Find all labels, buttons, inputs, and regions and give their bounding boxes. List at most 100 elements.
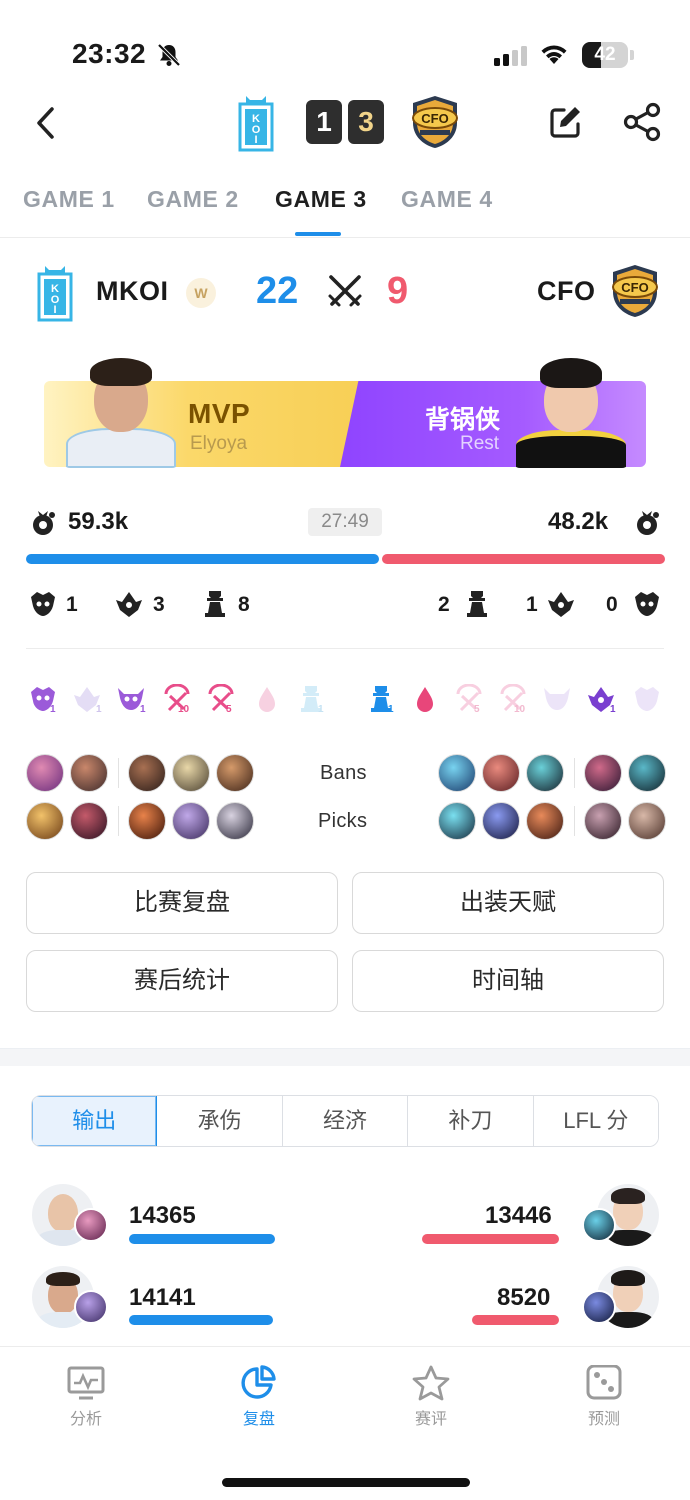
bell-muted-icon	[157, 43, 181, 67]
nav-replay-label: 复盘	[242, 1411, 275, 1428]
tab-game-3[interactable]: GAME 3	[275, 186, 367, 213]
ban-champion[interactable]	[26, 754, 64, 792]
stat-tab-damage[interactable]: 输出	[32, 1096, 158, 1146]
pick-champion[interactable]	[172, 802, 210, 840]
stat-tab-damage-taken[interactable]: 承伤	[157, 1096, 283, 1146]
battery-icon: 42	[582, 42, 628, 68]
timeline-sub: 1	[140, 704, 146, 715]
grub-icon	[31, 592, 55, 616]
player-champion-icon	[582, 1208, 616, 1242]
nav-predict-label: 预测	[587, 1411, 620, 1428]
stat-tab-cs[interactable]: 补刀	[408, 1096, 534, 1146]
crossed-swords-icon	[328, 275, 362, 307]
player-champion-icon	[582, 1290, 616, 1324]
ban-champion[interactable]	[70, 754, 108, 792]
pick-champion[interactable]	[526, 802, 564, 840]
timeline-button[interactable]: 时间轴	[352, 950, 664, 1012]
ban-champion[interactable]	[216, 754, 254, 792]
cfo-logo-icon: CFO	[612, 265, 658, 317]
player-champion-icon	[74, 1208, 108, 1242]
worst-player-label: 背锅侠	[425, 406, 501, 434]
mvp-player-photo	[62, 350, 180, 468]
right-damage-bar	[472, 1315, 559, 1325]
left-dragon-count: 3	[153, 593, 165, 616]
edit-icon[interactable]	[548, 104, 582, 140]
team-left-name: MKOI	[96, 276, 169, 306]
battery-level: 42	[594, 44, 616, 65]
ban-champion[interactable]	[526, 754, 564, 792]
nav-replay[interactable]: 复盘	[214, 1365, 304, 1429]
pick-champion[interactable]	[70, 802, 108, 840]
tab-game-4[interactable]: GAME 4	[401, 186, 493, 213]
post-game-stats-button[interactable]: 赛后统计	[26, 950, 338, 1012]
left-damage-bar	[129, 1315, 273, 1325]
team-right-gold: 48.2k	[548, 508, 609, 535]
nav-review-label: 赛评	[414, 1411, 447, 1428]
gold-bag-icon	[637, 511, 659, 535]
back-arrow-icon[interactable]	[32, 104, 62, 142]
ban-champion[interactable]	[482, 754, 520, 792]
timeline-sub: 1	[50, 704, 56, 715]
separator	[118, 806, 119, 836]
divider	[26, 648, 664, 649]
ban-champion[interactable]	[128, 754, 166, 792]
cfo-logo-icon: CFO	[412, 96, 458, 148]
divider	[0, 237, 690, 238]
game-duration: 27:49	[308, 508, 382, 536]
pick-champion[interactable]	[584, 802, 622, 840]
match-replay-button[interactable]: 比赛复盘	[26, 872, 338, 934]
right-dragon-count: 1	[526, 593, 538, 616]
pick-champion[interactable]	[438, 802, 476, 840]
pick-champion[interactable]	[26, 802, 64, 840]
series-score-left: 1	[306, 100, 342, 144]
ban-champion[interactable]	[584, 754, 622, 792]
wifi-icon	[541, 45, 567, 64]
tab-game-2[interactable]: GAME 2	[147, 186, 239, 213]
blood-timeline-icon	[417, 687, 433, 712]
mvp-player-name: Elyoya	[190, 433, 248, 454]
timeline-sub: 1	[610, 704, 616, 715]
tower-icon	[467, 591, 487, 617]
timeline-sub: 1	[388, 704, 394, 715]
timeline-sub: 1	[96, 704, 102, 715]
stat-tabs: 输出 承伤 经济 补刀 LFL 分	[31, 1095, 659, 1147]
stat-tab-lfl-score[interactable]: LFL 分	[533, 1096, 658, 1146]
herald-timeline-icon	[544, 688, 570, 710]
share-icon[interactable]	[622, 102, 662, 142]
dice-icon	[586, 1365, 622, 1400]
monitor-chart-icon	[67, 1366, 105, 1400]
win-badge: W	[186, 278, 216, 308]
pick-champion[interactable]	[628, 802, 666, 840]
right-baron-count: 0	[606, 593, 618, 616]
bottom-nav: 分析 复盘 赛评 预测	[0, 1346, 690, 1500]
tower-icon	[205, 591, 225, 617]
nav-analysis[interactable]: 分析	[41, 1365, 131, 1429]
timeline-sub: 10	[514, 704, 526, 715]
left-grub-count: 1	[66, 593, 78, 616]
section-divider	[0, 1048, 690, 1066]
timeline-sub: 1	[318, 704, 324, 715]
builds-runes-button[interactable]: 出装天赋	[352, 872, 664, 934]
game-tabs: GAME 1 GAME 2 GAME 3 GAME 4	[0, 186, 690, 236]
nav-review[interactable]: 赛评	[386, 1365, 476, 1429]
worst-player-photo	[512, 350, 630, 468]
ban-champion[interactable]	[172, 754, 210, 792]
stat-tab-gold[interactable]: 经济	[282, 1096, 409, 1146]
grub-timeline-icon	[635, 687, 659, 711]
baron-icon	[635, 592, 659, 616]
pick-champion[interactable]	[482, 802, 520, 840]
nav-predict[interactable]: 预测	[559, 1365, 649, 1429]
series-score-right: 3	[348, 100, 384, 144]
pick-champion[interactable]	[216, 802, 254, 840]
left-damage-bar	[129, 1234, 275, 1244]
ban-champion[interactable]	[438, 754, 476, 792]
nav-analysis-label: 分析	[69, 1411, 102, 1428]
pick-champion[interactable]	[128, 802, 166, 840]
ban-champion[interactable]	[628, 754, 666, 792]
gold-bar-left	[26, 554, 379, 564]
player-champion-icon	[74, 1290, 108, 1324]
right-damage-value: 8520	[497, 1284, 551, 1311]
team-right-name: CFO	[537, 276, 596, 306]
tab-game-1[interactable]: GAME 1	[23, 186, 115, 213]
svg-text:CFO: CFO	[421, 111, 448, 126]
